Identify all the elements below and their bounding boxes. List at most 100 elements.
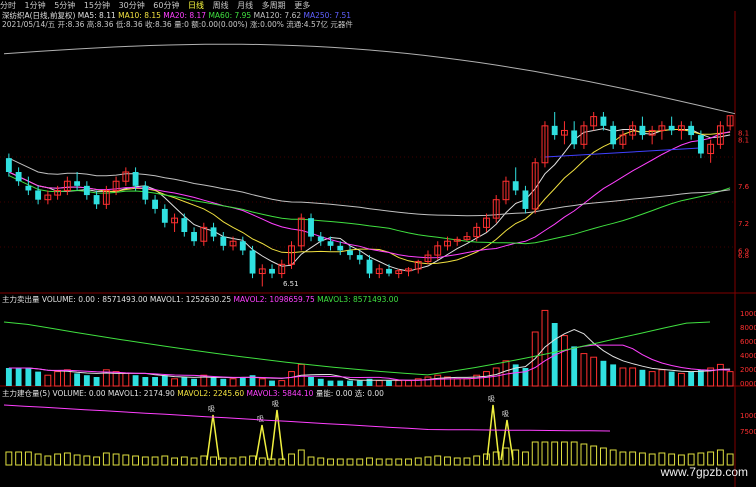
volume-tick-label: 2000 (740, 366, 756, 374)
volume-bar (317, 378, 324, 386)
trade-bar (278, 458, 286, 466)
candle-body (269, 268, 275, 274)
candle-body (249, 250, 256, 274)
volume-bar (337, 380, 344, 386)
trade-bar (63, 452, 71, 466)
ma5-line (8, 128, 731, 272)
trade-bar (619, 451, 627, 466)
volume-bar (483, 371, 490, 387)
trade-bar (473, 455, 481, 466)
price-axis: 8.17.67.26.98.16.8 (738, 129, 750, 260)
trade-bar (502, 447, 510, 466)
trade-bar (551, 441, 559, 466)
volume-bar (444, 376, 451, 387)
trade-bar (590, 445, 598, 466)
candles (5, 112, 734, 287)
trade-axis: 10000 7500 (740, 412, 756, 436)
candle-body (93, 195, 100, 205)
trade-bar (687, 453, 695, 466)
trade-bar (707, 451, 715, 466)
trade-bar (570, 441, 578, 466)
trade-panel-header: 主力建仓量(5) VOLUME: 0.00 MAVOL1: 2174.90 MA… (2, 389, 384, 399)
trade-bar (327, 458, 334, 466)
trade-bar (463, 457, 471, 466)
trade-bar (102, 452, 110, 466)
trade-bar (180, 456, 188, 466)
trade-mark-label: 吸 (208, 405, 215, 413)
mavol1-label: MAVOL1: 1252630.25 (149, 295, 232, 304)
candle-body (600, 116, 607, 126)
volume-bar (258, 378, 266, 387)
trade-bar (629, 451, 637, 466)
trade-bar (336, 458, 344, 466)
trade-bar (112, 453, 120, 466)
volume-bar (44, 374, 52, 387)
trade-mark-label: 吸 (488, 395, 495, 403)
trade-bar (375, 458, 383, 466)
volume-tick-label: 6000 (740, 338, 756, 346)
chart-screen: 分时 1分钟 5分钟 15分钟 30分钟 60分钟 日线 周线 月线 多周期 更… (0, 0, 756, 487)
candle-body (132, 172, 139, 186)
candle-body (347, 250, 353, 256)
volume-bar (395, 380, 403, 387)
volume-tick-label: 8000 (740, 324, 756, 332)
price-tick-label: 7.6 (738, 183, 750, 191)
low-price-label: 6.51 (283, 280, 299, 288)
candle-body (522, 190, 529, 209)
volume-bar (386, 380, 392, 386)
mavol2-label: MAVOL2: 1098659.75 (233, 295, 315, 304)
volume-title: 主力卖出量 VOLUME: 0.00 : 8571493.00 (2, 295, 148, 304)
volume-bar (697, 369, 704, 386)
trade-bar (444, 456, 451, 466)
volume-bar (726, 371, 734, 387)
trade-bar (73, 454, 81, 466)
chart-canvas: 8.17.67.26.98.16.8 100008000600040002000… (0, 11, 756, 487)
candle-body (142, 185, 149, 200)
candle-body (152, 199, 158, 209)
candle-body (25, 185, 32, 191)
trade-bar (297, 449, 305, 466)
trade-bar (638, 452, 646, 466)
price-tick-label: 8.1 (738, 137, 749, 145)
trade-bar (34, 453, 42, 466)
trade-bar (346, 458, 354, 466)
volume-bar (191, 378, 197, 386)
trade-bar (54, 453, 62, 466)
candle-body (239, 241, 246, 251)
candle-body (610, 125, 617, 145)
candle-body (161, 208, 168, 223)
volume-bar (239, 377, 246, 386)
volume-bar (308, 377, 314, 386)
volume-bar (639, 369, 646, 386)
trade-bars (5, 441, 734, 466)
candle-body (15, 172, 22, 182)
trade-bar (44, 455, 52, 466)
volume-bar (658, 369, 666, 387)
candle-body (688, 125, 695, 136)
trade-bar (268, 458, 276, 466)
ma20-line (8, 131, 731, 259)
volume-tick-label: 10000 (740, 310, 756, 318)
trade-bar (24, 451, 32, 466)
trade-bar (395, 458, 403, 466)
trade-bar (93, 456, 101, 466)
price-tick-label: 7.2 (738, 220, 749, 228)
ma60-line (8, 175, 731, 245)
volume-bar (600, 360, 607, 386)
tr-mavol3-line (3, 404, 611, 432)
candle-body (697, 135, 704, 154)
volume-bars (5, 309, 734, 387)
volume-bar (492, 367, 500, 387)
trade-mark-label: 吸 (257, 415, 264, 423)
volume-bar (229, 378, 237, 387)
candle-body (668, 125, 675, 131)
trade-bar (716, 449, 724, 466)
candle-body (5, 158, 12, 172)
volume-bar (132, 375, 139, 386)
volume-bar (83, 375, 90, 386)
volume-bar (5, 368, 12, 386)
price-tick-label: 6.8 (738, 252, 749, 260)
volume-panel-header: 主力卖出量 VOLUME: 0.00 : 8571493.00 MAVOL1: … (2, 295, 398, 305)
volume-bar (580, 353, 588, 387)
trade-mark-label: 吸 (272, 400, 279, 408)
